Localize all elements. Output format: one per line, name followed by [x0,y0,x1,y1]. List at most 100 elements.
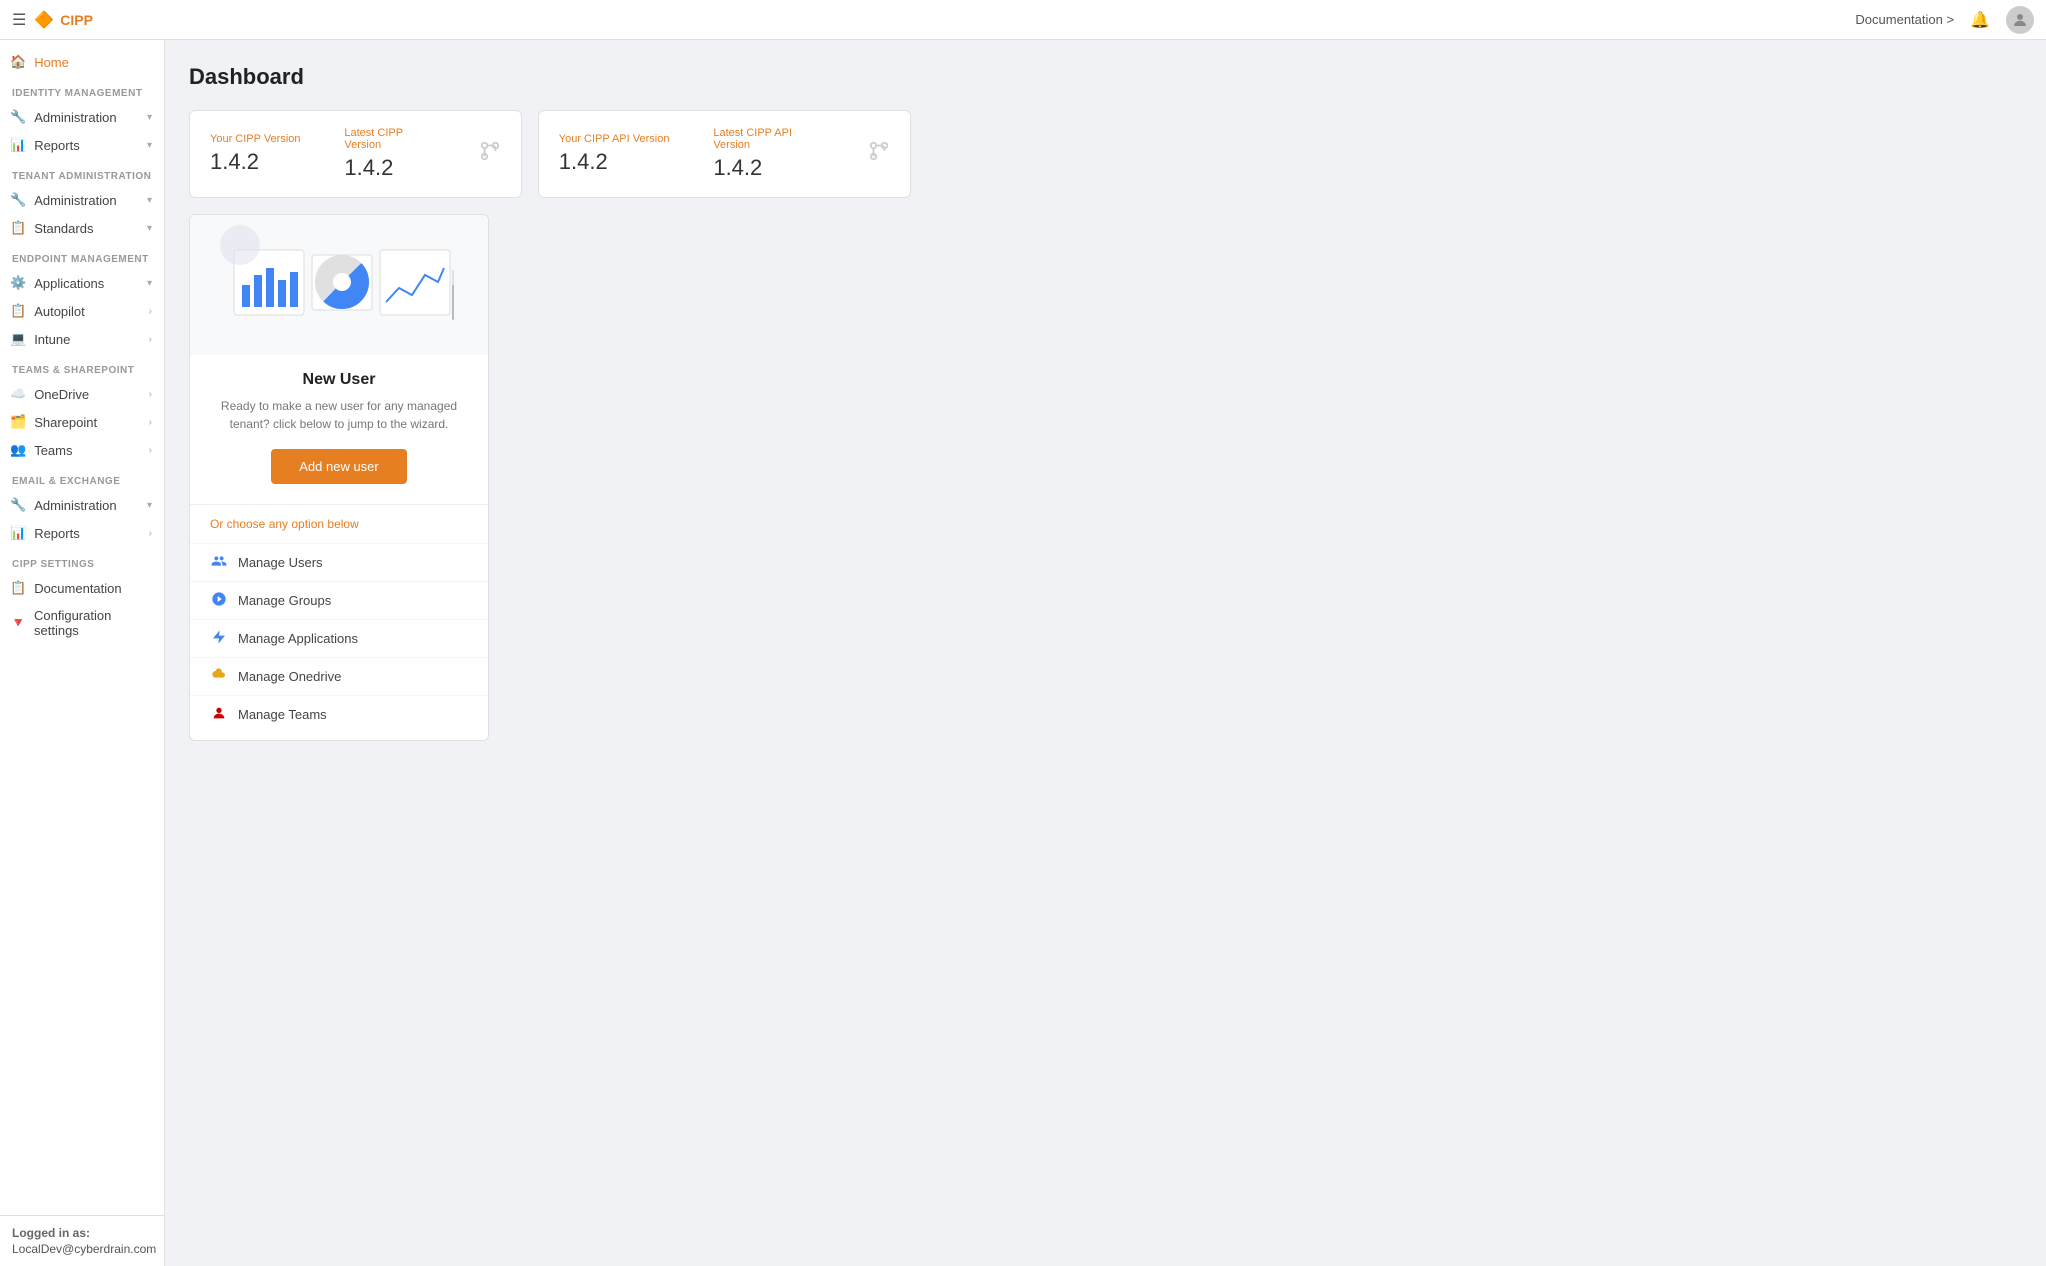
config-icon: 🔻 [10,615,26,631]
chevron-right-icon: › [149,445,152,456]
logo-icon: 🔶 [34,10,54,30]
user-avatar[interactable] [2006,6,2034,34]
admin-icon: 🔧 [10,109,26,125]
intune-icon: 💻 [10,331,26,347]
latest-cipp-api-version-block: Latest CIPP API Version 1.4.2 [713,127,828,181]
options-label: Or choose any option below [210,517,468,531]
chevron-right-icon: › [149,306,152,317]
sidebar-footer: Logged in as: LocalDev@cyberdrain.com [0,1215,164,1266]
section-teams-sharepoint: TEAMS & SHAREPOINT [0,353,164,380]
sidebar-item-email-reports[interactable]: 📊 Reports › [0,519,164,547]
sidebar-item-email-administration[interactable]: 🔧 Administration ▾ [0,491,164,519]
section-identity-management: IDENTITY MANAGEMENT [0,76,164,103]
topbar: ☰ 🔶 CIPP Documentation > 🔔 [0,0,2046,40]
sidebar-item-identity-reports[interactable]: 📊 Reports ▾ [0,131,164,159]
reports-icon: 📊 [10,525,26,541]
sidebar-item-standards[interactable]: 📋 Standards ▾ [0,214,164,242]
add-new-user-button[interactable]: Add new user [271,449,407,484]
onedrive-icon: ☁️ [10,386,26,402]
manage-groups-label: Manage Groups [238,593,331,608]
page-title: Dashboard [189,64,2022,90]
new-user-title: New User [210,371,468,389]
new-user-illustration [190,215,488,355]
sidebar-item-identity-administration[interactable]: 🔧 Administration ▾ [0,103,164,131]
topbar-left: ☰ 🔶 CIPP [12,10,93,30]
hamburger-icon[interactable]: ☰ [12,10,26,30]
latest-cipp-version-value: 1.4.2 [344,155,438,181]
sharepoint-icon: 🗂️ [10,414,26,430]
latest-cipp-api-version-value: 1.4.2 [713,155,828,181]
latest-cipp-version-block: Latest CIPP Version 1.4.2 [344,127,438,181]
sidebar: 🏠 Home IDENTITY MANAGEMENT 🔧 Administrat… [0,40,165,1266]
your-cipp-version-block: Your CIPP Version 1.4.2 [210,133,304,175]
sidebar-item-sharepoint[interactable]: 🗂️ Sharepoint › [0,408,164,436]
cipp-api-version-card: Your CIPP API Version 1.4.2 Latest CIPP … [538,110,911,198]
option-manage-onedrive[interactable]: Manage Onedrive [190,657,488,695]
option-manage-applications[interactable]: Manage Applications [190,619,488,657]
option-manage-users[interactable]: Manage Users [190,543,488,581]
chevron-down-icon: ▾ [147,140,152,151]
chevron-right-icon: › [149,417,152,428]
version-cards-row: Your CIPP Version 1.4.2 Latest CIPP Vers… [189,110,2022,198]
logged-in-label: Logged in as: [12,1226,152,1240]
chevron-down-icon: ▾ [147,223,152,234]
version-branch-icon [479,140,501,168]
applications-icon: ⚙️ [10,275,26,291]
chevron-down-icon: ▾ [147,112,152,123]
manage-users-icon [210,553,228,572]
option-manage-teams[interactable]: Manage Teams [190,695,488,740]
section-email-exchange: EMAIL & EXCHANGE [0,464,164,491]
cipp-version-card: Your CIPP Version 1.4.2 Latest CIPP Vers… [189,110,522,198]
chevron-right-icon: › [149,334,152,345]
latest-cipp-version-label: Latest CIPP Version [344,127,438,151]
app-name: CIPP [60,12,93,28]
new-user-card: New User Ready to make a new user for an… [189,214,489,741]
manage-applications-label: Manage Applications [238,631,358,646]
section-tenant-administration: TENANT ADMINISTRATION [0,159,164,186]
sidebar-item-autopilot[interactable]: 📋 Autopilot › [0,297,164,325]
decoration-circle [220,225,260,265]
chevron-down-icon: ▾ [147,278,152,289]
logged-in-email: LocalDev@cyberdrain.com [12,1242,152,1256]
admin-icon: 🔧 [10,497,26,513]
sidebar-item-home[interactable]: 🏠 Home [0,48,164,76]
manage-teams-icon [210,705,228,724]
admin-icon: 🔧 [10,192,26,208]
sidebar-item-configuration-settings[interactable]: 🔻 Configuration settings [0,602,164,644]
manage-groups-icon [210,591,228,610]
options-section: Or choose any option below [190,504,488,543]
reports-icon: 📊 [10,137,26,153]
standards-icon: 📋 [10,220,26,236]
documentation-link[interactable]: Documentation > [1855,12,1954,27]
option-manage-groups[interactable]: Manage Groups [190,581,488,619]
sidebar-item-applications[interactable]: ⚙️ Applications ▾ [0,269,164,297]
autopilot-icon: 📋 [10,303,26,319]
sidebar-item-documentation[interactable]: 📋 Documentation [0,574,164,602]
manage-teams-label: Manage Teams [238,707,327,722]
sidebar-item-tenant-administration[interactable]: 🔧 Administration ▾ [0,186,164,214]
new-user-body: New User Ready to make a new user for an… [190,355,488,504]
your-cipp-api-version-block: Your CIPP API Version 1.4.2 [559,133,674,175]
chevron-right-icon: › [149,389,152,400]
notification-bell-icon[interactable]: 🔔 [1970,10,1990,30]
sidebar-item-intune[interactable]: 💻 Intune › [0,325,164,353]
manage-onedrive-label: Manage Onedrive [238,669,341,684]
manage-onedrive-icon [210,667,228,686]
new-user-description: Ready to make a new user for any managed… [210,397,468,433]
your-cipp-api-version-label: Your CIPP API Version [559,133,674,145]
latest-cipp-api-version-label: Latest CIPP API Version [713,127,828,151]
your-cipp-version-label: Your CIPP Version [210,133,304,145]
chevron-down-icon: ▾ [147,500,152,511]
home-icon: 🏠 [10,54,26,70]
section-endpoint-management: ENDPOINT MANAGEMENT [0,242,164,269]
chevron-down-icon: ▾ [147,195,152,206]
topbar-right: Documentation > 🔔 [1855,6,2034,34]
your-cipp-api-version-value: 1.4.2 [559,149,674,175]
chevron-right-icon: › [149,528,152,539]
docs-icon: 📋 [10,580,26,596]
sidebar-item-onedrive[interactable]: ☁️ OneDrive › [0,380,164,408]
api-version-branch-icon [868,140,890,168]
app-logo: 🔶 CIPP [34,10,93,30]
manage-applications-icon [210,629,228,648]
sidebar-item-teams[interactable]: 👥 Teams › [0,436,164,464]
